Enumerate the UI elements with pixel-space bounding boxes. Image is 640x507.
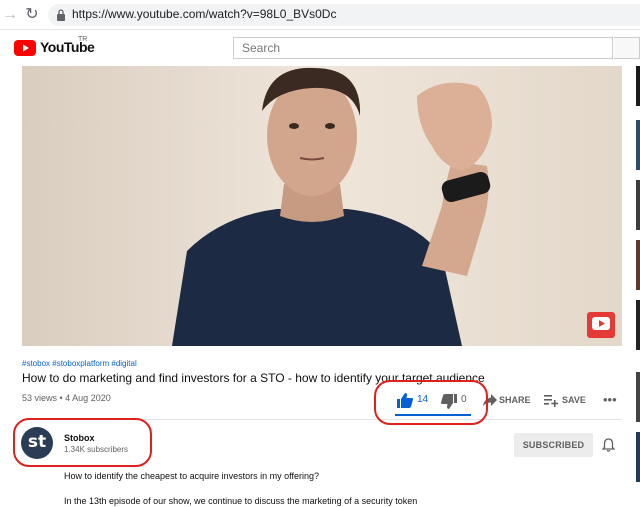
playlist-add-icon bbox=[544, 395, 558, 407]
views-date: 53 views • 4 Aug 2020 bbox=[22, 393, 111, 403]
thumbs-up-icon[interactable] bbox=[397, 393, 413, 408]
more-actions-icon[interactable]: ••• bbox=[603, 392, 617, 407]
url-text: https://www.youtube.com/watch?v=98L0_BVs… bbox=[72, 7, 337, 21]
suggestion-thumbnail[interactable] bbox=[636, 180, 640, 230]
browser-toolbar: → ↻ https://www.youtube.com/watch?v=98L0… bbox=[0, 0, 640, 30]
suggestion-thumbnail[interactable] bbox=[636, 432, 640, 482]
subscribed-button[interactable]: SUBSCRIBED bbox=[514, 433, 593, 457]
back-arrow-icon[interactable]: → bbox=[0, 5, 20, 25]
youtube-header: YouTube TR bbox=[0, 30, 640, 66]
sentiment-bar-fill bbox=[395, 414, 471, 416]
divider bbox=[22, 419, 622, 420]
like-count: 14 bbox=[417, 394, 429, 405]
save-label: SAVE bbox=[562, 395, 586, 405]
share-label: SHARE bbox=[499, 395, 531, 405]
description-line: In the 13th episode of our show, we cont… bbox=[64, 496, 418, 506]
hashtags[interactable]: #stobox #stoboxplatform #digital bbox=[22, 359, 137, 368]
suggestion-thumbnail[interactable] bbox=[636, 372, 640, 422]
reload-icon[interactable]: ↻ bbox=[22, 5, 42, 25]
description-line: How to identify the cheapest to acquire … bbox=[64, 471, 319, 481]
dislike-count: 0 bbox=[461, 394, 467, 405]
search-box bbox=[233, 37, 613, 59]
thumbs-down-icon[interactable] bbox=[441, 394, 457, 409]
video-player[interactable] bbox=[22, 66, 622, 346]
subscribe-watermark-icon[interactable] bbox=[587, 312, 615, 338]
suggestion-thumbnail[interactable] bbox=[636, 300, 640, 350]
share-icon bbox=[483, 394, 497, 406]
sentiment-bar bbox=[395, 414, 471, 416]
search-button[interactable] bbox=[614, 37, 640, 59]
suggestion-thumbnail[interactable] bbox=[636, 120, 640, 170]
region-code: TR bbox=[78, 36, 88, 43]
video-title: How to do marketing and find investors f… bbox=[22, 371, 485, 385]
suggestion-thumbnail[interactable] bbox=[636, 240, 640, 290]
lock-icon bbox=[57, 9, 65, 21]
subscriber-count: 1.34K subscribers bbox=[64, 445, 129, 454]
channel-avatar[interactable]: st bbox=[21, 427, 53, 459]
youtube-logo-icon[interactable] bbox=[14, 40, 36, 56]
search-input[interactable] bbox=[234, 38, 612, 58]
video-frame bbox=[22, 66, 622, 346]
notification-bell-icon[interactable] bbox=[602, 438, 615, 452]
suggestion-thumbnail[interactable] bbox=[636, 66, 640, 106]
address-bar[interactable]: https://www.youtube.com/watch?v=98L0_BVs… bbox=[48, 4, 640, 26]
channel-name[interactable]: Stobox bbox=[64, 433, 95, 443]
